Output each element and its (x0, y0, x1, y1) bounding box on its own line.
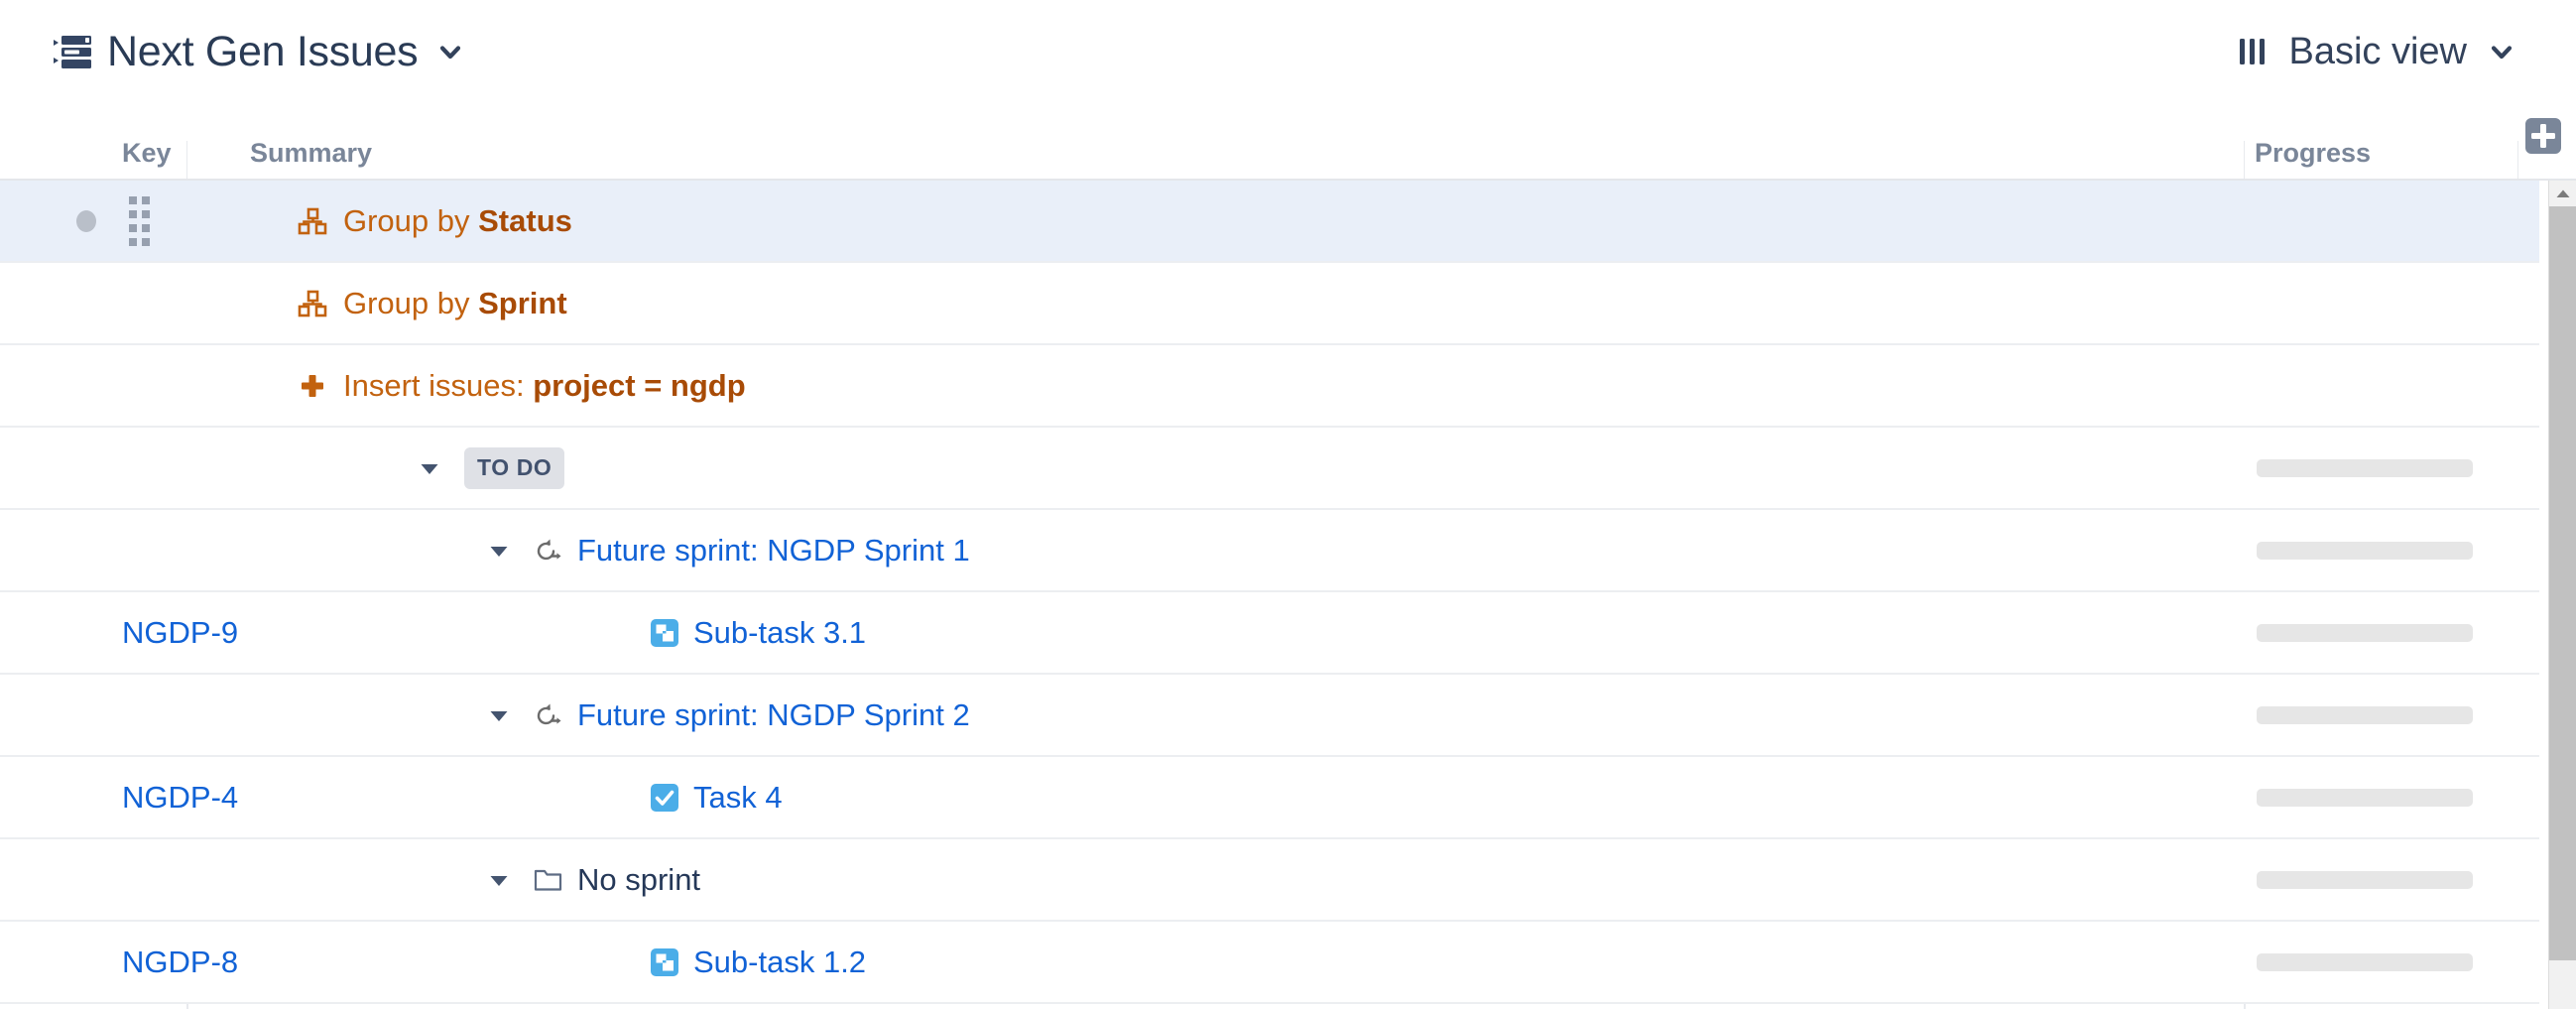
progress-cell (2257, 458, 2473, 477)
issue-summary-link[interactable]: Sub-task 1.2 (693, 945, 866, 980)
progress-bar (2257, 541, 2473, 560)
table-row[interactable]: NGDP-9 Sub-task 3.1 (0, 592, 2539, 675)
summary-cell[interactable]: Future sprint: NGDP Sprint 2 (486, 697, 970, 733)
twisty-expanded-icon[interactable] (486, 867, 512, 893)
sprint-group-label[interactable]: Future sprint: NGDP Sprint 1 (577, 533, 970, 568)
progress-cell (2257, 870, 2473, 889)
issue-key-link[interactable]: NGDP-8 (122, 945, 238, 980)
issue-grid: Group by Status Group by Sprint Insert iss… (0, 181, 2576, 1009)
progress-bar (2257, 870, 2473, 889)
row-gutter (0, 839, 188, 920)
row-gutter (0, 263, 188, 343)
column-divider (2517, 141, 2518, 179)
scroll-thumb[interactable] (2549, 206, 2576, 960)
generator-value: Status (478, 202, 572, 238)
progress-cell (2257, 788, 2473, 807)
table-row[interactable]: Group by Sprint (0, 263, 2539, 345)
sprint-group-label: No sprint (577, 861, 701, 897)
table-row[interactable]: No sprint (0, 839, 2539, 922)
view-selector-label: Basic view (2288, 30, 2468, 72)
issue-summary-link[interactable]: Task 4 (693, 780, 783, 816)
sub-task-icon (650, 947, 679, 977)
progress-cell (2257, 541, 2473, 560)
column-divider (186, 141, 187, 179)
summary-cell[interactable]: No sprint (486, 862, 700, 898)
row-marker-dot[interactable] (76, 209, 96, 232)
issue-summary-link[interactable]: Sub-task 3.1 (693, 615, 866, 651)
summary-cell[interactable]: Insert issues: project = ngdp (298, 368, 746, 404)
drag-handle-icon[interactable] (129, 195, 151, 246)
page-title: Next Gen Issues (107, 27, 419, 75)
summary-cell[interactable]: Task 4 (650, 780, 783, 816)
row-gutter (0, 428, 188, 508)
table-row[interactable]: Insert issues: project = ngdp (0, 345, 2539, 428)
table-row[interactable]: NGDP-4 Task 4 (0, 757, 2539, 839)
vertical-scrollbar[interactable] (2548, 181, 2576, 1009)
sprint-icon (534, 701, 563, 729)
structure-tree-icon (52, 32, 93, 71)
sprint-group-label[interactable]: Future sprint: NGDP Sprint 2 (577, 697, 970, 733)
generator-value: Sprint (478, 285, 567, 320)
summary-cell[interactable]: TO DO (417, 446, 565, 489)
task-icon (650, 783, 679, 813)
table-row[interactable]: TO DO (0, 428, 2539, 510)
progress-bar (2257, 788, 2473, 807)
chevron-down-icon[interactable] (435, 37, 465, 66)
twisty-expanded-icon[interactable] (417, 455, 442, 481)
group-by-icon (298, 289, 327, 318)
scroll-up-arrow-icon[interactable] (2549, 181, 2576, 206)
progress-bar (2257, 623, 2473, 642)
progress-cell (2257, 705, 2473, 724)
generator-label[interactable]: Group by Status (343, 203, 572, 239)
folder-icon (534, 867, 563, 893)
twisty-expanded-icon[interactable] (486, 702, 512, 728)
column-header-progress[interactable]: Progress (2255, 138, 2371, 169)
status-badge[interactable]: TO DO (464, 446, 565, 489)
progress-cell (2257, 623, 2473, 642)
generator-label[interactable]: Group by Sprint (343, 286, 567, 321)
summary-cell[interactable]: Group by Sprint (298, 286, 567, 321)
add-column-plus-icon[interactable] (2524, 117, 2562, 155)
progress-cell (2257, 952, 2473, 971)
row-gutter (0, 510, 188, 590)
column-divider (2244, 141, 2245, 179)
progress-bar (2257, 952, 2473, 971)
row-gutter (0, 181, 188, 261)
generator-label[interactable]: Insert issues: project = ngdp (343, 368, 746, 404)
summary-cell[interactable]: Sub-task 3.1 (650, 615, 866, 651)
issue-key-link[interactable]: NGDP-4 (122, 780, 238, 816)
row-gutter (0, 675, 188, 755)
table-row[interactable]: Group by Status (0, 181, 2539, 263)
progress-bar (2257, 458, 2473, 477)
twisty-expanded-icon[interactable] (486, 538, 512, 564)
row-gutter (0, 345, 188, 426)
column-header-row: Key Summary Progress (0, 103, 2576, 181)
summary-cell[interactable]: Future sprint: NGDP Sprint 1 (486, 533, 970, 568)
structure-title-dropdown[interactable]: Next Gen Issues (52, 28, 465, 76)
summary-cell[interactable]: Sub-task 1.2 (650, 945, 866, 980)
progress-bar (2257, 705, 2473, 724)
generator-value: project = ngdp (533, 367, 746, 403)
summary-cell[interactable]: Group by Status (298, 203, 572, 239)
group-by-icon (298, 206, 327, 236)
insert-plus-icon (298, 371, 327, 401)
issue-key-link[interactable]: NGDP-9 (122, 615, 238, 651)
sub-task-icon (650, 618, 679, 648)
grid-row-list: Group by Status Group by Sprint Insert iss… (0, 181, 2539, 1004)
table-row[interactable]: Future sprint: NGDP Sprint 1 (0, 510, 2539, 592)
table-row[interactable]: NGDP-8 Sub-task 1.2 (0, 922, 2539, 1004)
view-selector[interactable]: Basic view (2236, 31, 2517, 73)
app-header: Next Gen Issues Basic view (0, 0, 2576, 103)
column-header-summary[interactable]: Summary (250, 138, 372, 169)
chevron-down-icon[interactable] (2487, 37, 2516, 66)
sprint-icon (534, 537, 563, 565)
column-header-key[interactable]: Key (122, 138, 172, 169)
table-row[interactable]: Future sprint: NGDP Sprint 2 (0, 675, 2539, 757)
columns-bars-icon (2236, 34, 2273, 69)
